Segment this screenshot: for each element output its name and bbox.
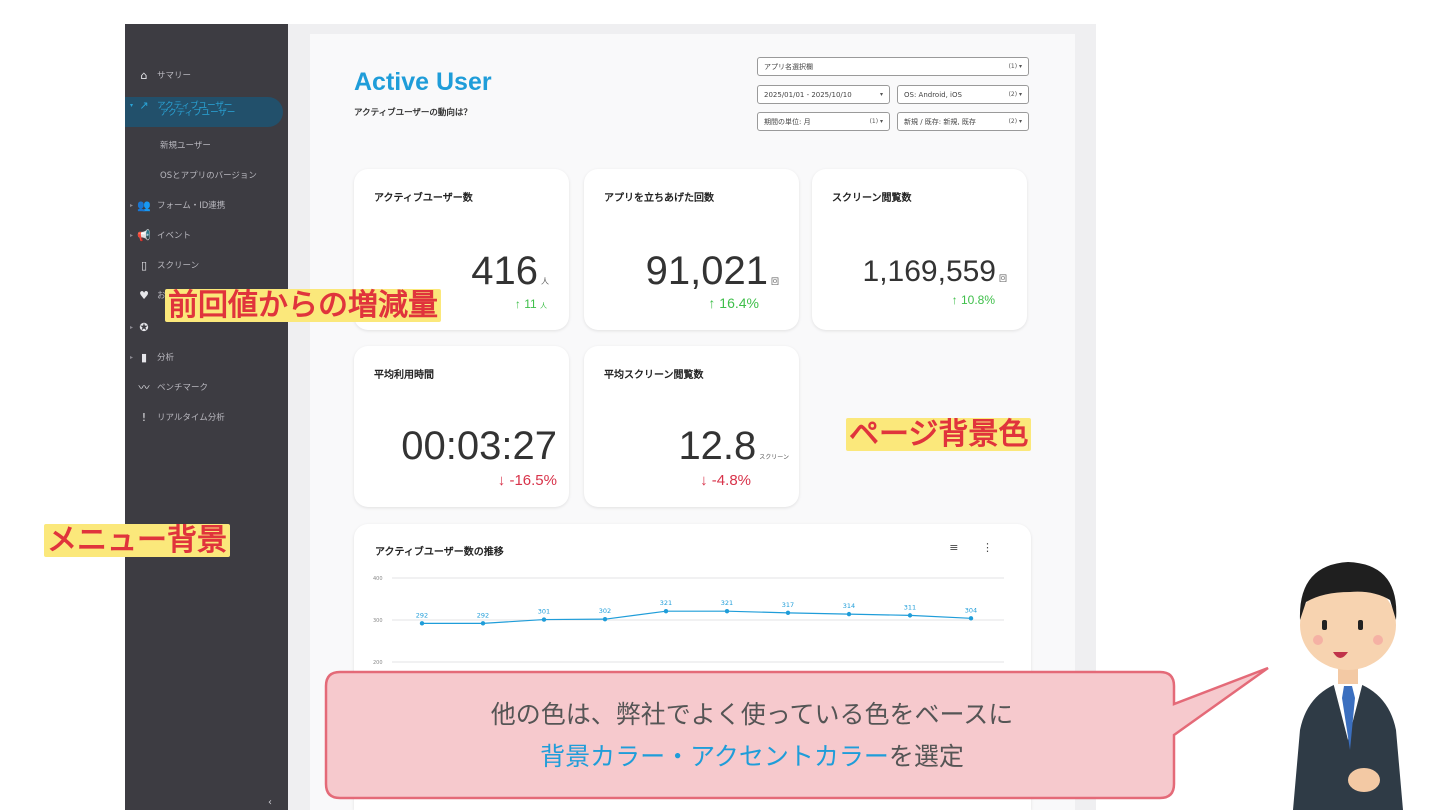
annotation-delta-note: 前回値からの増減量 [165, 289, 441, 322]
speech-bubble-text: 他の色は、弊社でよく使っている色をベースに 背景カラー・アクセントカラーを選定 [326, 694, 1178, 778]
bubble-line-1: 他の色は、弊社でよく使っている色をベースに [490, 700, 1014, 729]
right-cheek [1373, 635, 1383, 645]
annotation-menu-bg-note: メニュー背景 [44, 524, 230, 557]
annotation-page-bg-note: ページ背景色 [846, 418, 1032, 451]
right-eye [1358, 620, 1363, 630]
businessman-illustration [1293, 562, 1403, 810]
left-eye [1322, 620, 1327, 630]
hand [1348, 768, 1380, 792]
bubble-line-2: 背景カラー・アクセントカラーを選定 [326, 736, 1178, 778]
bubble-rest-text: を選定 [888, 742, 964, 771]
speech-bubble [324, 666, 1269, 800]
left-cheek [1313, 635, 1323, 645]
bubble-accent-text: 背景カラー・アクセントカラー [540, 742, 889, 771]
